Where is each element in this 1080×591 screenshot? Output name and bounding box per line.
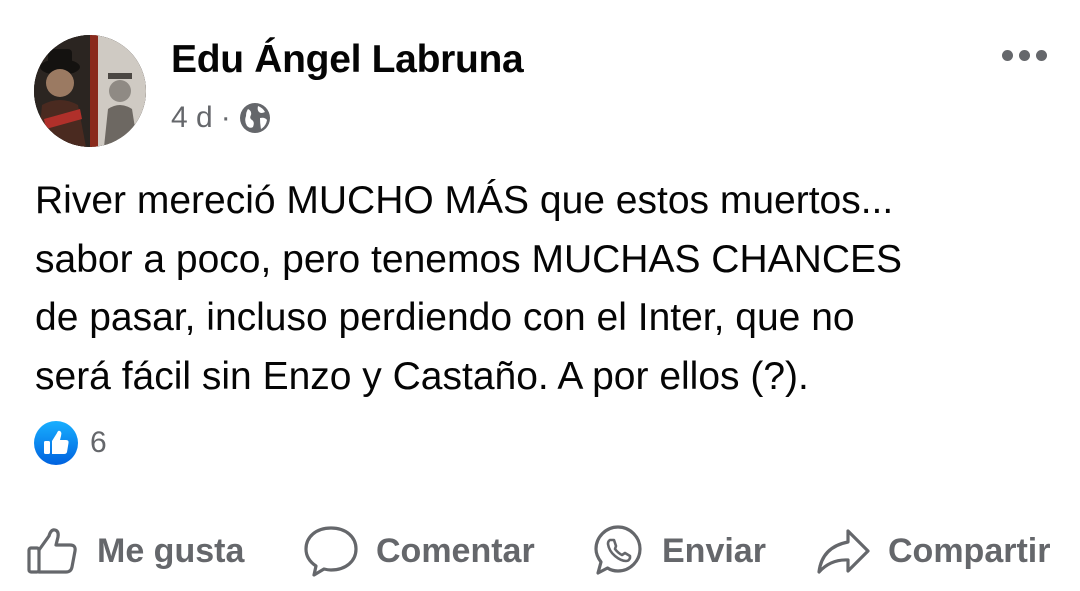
author-name[interactable]: Edu Ángel Labruna — [171, 38, 524, 82]
comment-button[interactable]: Comentar — [302, 515, 535, 587]
post-meta: 4 d · — [171, 98, 271, 138]
more-options-button[interactable] — [994, 40, 1054, 70]
share-button-label: Compartir — [888, 531, 1051, 570]
timestamp[interactable]: 4 d — [171, 101, 213, 135]
post-text: River mereció MUCHO MÁS que estos muerto… — [35, 172, 1045, 406]
post-text-line: sabor a poco, pero tenemos MUCHAS CHANCE… — [35, 237, 903, 281]
avatar[interactable] — [34, 35, 146, 147]
post-text-line: River mereció MUCHO MÁS que estos muerto… — [35, 179, 894, 222]
whatsapp-icon — [590, 523, 646, 579]
send-button-label: Enviar — [662, 531, 766, 570]
share-button[interactable]: Compartir — [814, 515, 1050, 587]
meta-separator: · — [220, 101, 231, 134]
comment-button-label: Comentar — [376, 531, 535, 570]
more-dot — [1035, 49, 1047, 61]
globe-icon[interactable] — [239, 102, 271, 134]
share-arrow-icon — [814, 523, 872, 579]
like-button[interactable]: Me gusta — [25, 515, 244, 587]
comment-bubble-icon — [302, 523, 360, 579]
post-text-line: de pasar, incluso perdiendo con el Inter… — [35, 296, 855, 339]
like-reaction-icon — [33, 420, 79, 466]
thumbs-up-icon — [25, 523, 81, 579]
send-button[interactable]: Enviar — [590, 515, 766, 587]
action-bar: Me gusta Comentar Enviar Compartir — [0, 515, 1080, 587]
reaction-count: 6 — [90, 426, 107, 459]
post-text-line: será fácil sin Enzo y Castaño. A por ell… — [35, 354, 809, 398]
avatar-image — [34, 35, 146, 147]
reactions-summary[interactable]: 6 — [33, 419, 107, 467]
more-dot — [1018, 49, 1030, 61]
more-horizontal-icon — [1001, 49, 1013, 61]
like-button-label: Me gusta — [97, 531, 245, 570]
